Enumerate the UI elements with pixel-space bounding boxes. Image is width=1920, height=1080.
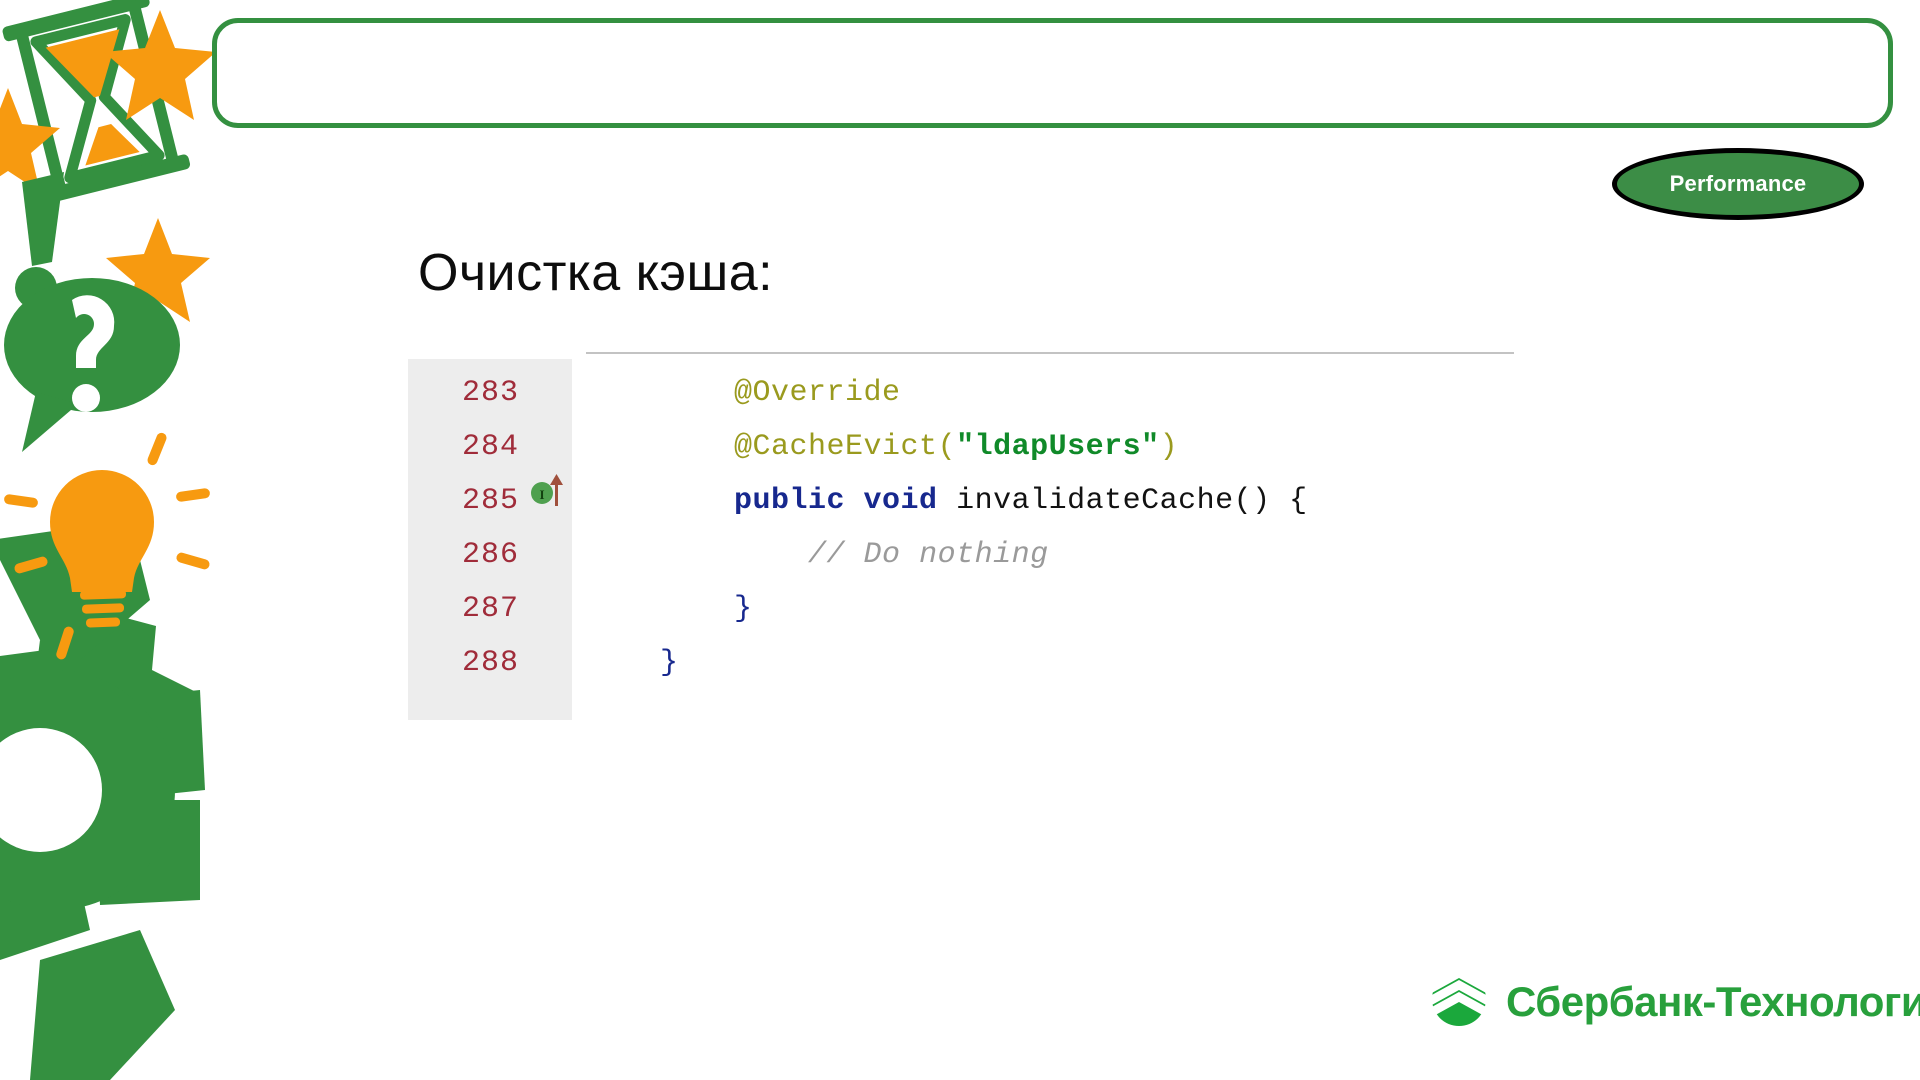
- code-token-plain: [586, 538, 808, 572]
- code-token-plain: [586, 646, 660, 680]
- slide-root: Performance Очистка кэша: 283 @Override2…: [0, 0, 1920, 1080]
- code-token-annotation: (: [938, 430, 957, 464]
- sberbank-logo-text: Сбербанк-Технологии: [1506, 978, 1920, 1026]
- performance-badge-label: Performance: [1670, 171, 1807, 197]
- gutter-spacer: [523, 528, 572, 562]
- star-icon: [0, 88, 60, 192]
- gutter-spacer: [523, 420, 572, 454]
- gutter-spacer: [523, 636, 572, 670]
- override-method-icon[interactable]: I: [523, 474, 572, 508]
- code-token-plain: [586, 430, 734, 464]
- question-speech-bubble-icon: [4, 278, 180, 452]
- gutter-spacer: [523, 582, 572, 616]
- svg-text:I: I: [539, 487, 544, 502]
- code-token-plain: [586, 592, 734, 626]
- code-token-comment: // Do nothing: [808, 538, 1049, 572]
- gear-icon: [0, 520, 205, 1080]
- code-token-brace: }: [734, 592, 753, 626]
- star-icon: [106, 218, 210, 322]
- code-token-annotation: @CacheEvict: [734, 430, 938, 464]
- hourglass-icon: [2, 0, 192, 204]
- lightbulb-icon: [3, 431, 210, 660]
- code-line: 284 @CacheEvict("ldapUsers"): [408, 420, 1514, 474]
- code-line-text: // Do nothing: [572, 538, 1049, 572]
- code-line: 285 I public void invalidateCache() {: [408, 474, 1514, 528]
- code-line: 287 }: [408, 582, 1514, 636]
- code-line-number: 284: [408, 430, 523, 464]
- code-token-annotation: ): [1160, 430, 1179, 464]
- code-token-keyword: public void: [734, 484, 956, 518]
- code-block: 283 @Override284 @CacheEvict("ldapUsers"…: [408, 352, 1514, 720]
- code-line: 286 // Do nothing: [408, 528, 1514, 582]
- star-icon: [104, 10, 216, 120]
- code-line-number: 287: [408, 592, 523, 626]
- code-line-text: public void invalidateCache() {: [572, 484, 1308, 518]
- code-token-annotation: @Override: [734, 376, 901, 410]
- sberbank-technologies-logo: Сбербанк-Технологии: [1428, 968, 1920, 1035]
- code-line-number: 286: [408, 538, 523, 572]
- code-line-number: 285: [408, 484, 523, 518]
- exclamation-mark-icon: [15, 172, 64, 309]
- code-line-text: @Override: [572, 376, 901, 410]
- code-token-plain: [586, 484, 734, 518]
- code-line-number: 283: [408, 376, 523, 410]
- decorative-sidebar: [0, 0, 230, 1080]
- performance-badge: Performance: [1612, 148, 1864, 220]
- header-frame: [212, 18, 1893, 128]
- sberbank-logo-icon: [1428, 968, 1490, 1035]
- code-token-string: "ldapUsers": [956, 430, 1160, 464]
- page-title: Очистка кэша:: [418, 243, 773, 303]
- gutter-spacer: [523, 366, 572, 400]
- code-line: 283 @Override: [408, 366, 1514, 420]
- code-lines: 283 @Override284 @CacheEvict("ldapUsers"…: [408, 366, 1514, 690]
- code-line: 288 }: [408, 636, 1514, 690]
- code-line-text: @CacheEvict("ldapUsers"): [572, 430, 1178, 464]
- code-line-text: }: [572, 646, 679, 680]
- code-token-plain: [586, 376, 734, 410]
- code-line-text: }: [572, 592, 753, 626]
- code-top-rule: [586, 352, 1514, 354]
- code-line-number: 288: [408, 646, 523, 680]
- code-token-brace: }: [660, 646, 679, 680]
- code-token-plain: invalidateCache() {: [956, 484, 1308, 518]
